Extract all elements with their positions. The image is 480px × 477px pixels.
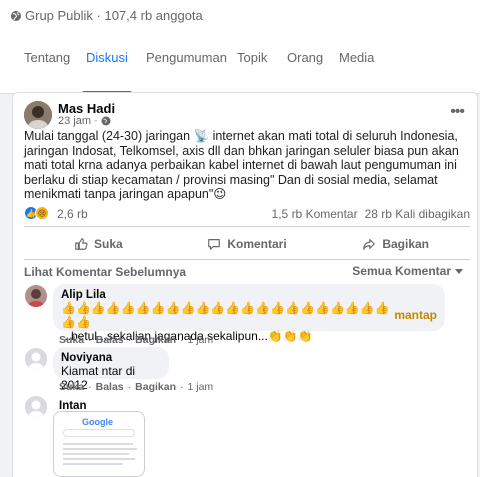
share-arrow-icon [363, 239, 376, 250]
comment-bubble: Noviyana Kiamat ntar di 2012 [53, 347, 169, 392]
comment-filter-label: Semua Komentar [352, 264, 451, 278]
caret-down-icon [455, 268, 463, 274]
default-avatar-icon [25, 348, 47, 370]
comment-time[interactable]: 1 jam [188, 381, 214, 393]
tab-topik[interactable]: Topik [237, 44, 267, 94]
commenter-avatar[interactable] [25, 285, 47, 307]
comment-label: Komentari [227, 237, 287, 251]
group-tabs: Tentang Diskusi Pengumuman Topik Orang M… [0, 44, 480, 94]
view-previous-comments[interactable]: Lihat Komentar Sebelumnya [24, 265, 186, 279]
person-photo-icon [25, 285, 47, 307]
share-count[interactable]: 28 rb Kali dibagikan [365, 207, 470, 221]
tab-orang[interactable]: Orang [287, 44, 323, 94]
comment-emoji-line: 👍👍👍👍👍👍👍👍👍👍👍👍👍👍👍👍👍👍👍👍👍👍👍👍 mantap [61, 301, 437, 329]
thumbs-up-emojis: 👍👍👍👍👍👍👍👍👍👍👍👍👍👍👍👍👍👍👍👍👍👍👍👍 [61, 301, 390, 329]
reactions[interactable]: 👍 😢 [24, 206, 49, 220]
commenter-name[interactable]: Noviyana [61, 352, 161, 364]
comment-share-button[interactable]: Bagikan [135, 381, 176, 393]
text-line-graphic [63, 453, 129, 455]
reaction-count[interactable]: 2,6 rb [57, 207, 88, 221]
comment-bubble: Alip Lila 👍👍👍👍👍👍👍👍👍👍👍👍👍👍👍👍👍👍👍👍👍👍👍👍 manta… [53, 284, 445, 343]
post-card: Mas Hadi 23 jam · ••• Mulai tanggal (24-… [12, 92, 478, 477]
clapping-emojis: 👏👏👏 [267, 329, 313, 343]
tab-media[interactable]: Media [339, 44, 374, 94]
more-options-icon[interactable]: ••• [450, 103, 465, 121]
comment-time[interactable]: 1 jam [188, 334, 214, 346]
comment-meta: Suka · Balas · Bagikan · 1 jam [59, 381, 214, 393]
text-line-graphic [63, 448, 137, 450]
commenter-avatar[interactable] [25, 348, 47, 370]
author-name[interactable]: Mas Hadi [58, 101, 115, 116]
comment-like-button[interactable]: Suka [59, 381, 84, 393]
author-avatar[interactable] [24, 101, 52, 129]
tab-pengumuman[interactable]: Pengumuman [146, 44, 227, 94]
comment-icon [208, 239, 221, 250]
comment-like-button[interactable]: Suka [59, 334, 84, 346]
post-time-text[interactable]: 23 jam · [58, 115, 98, 127]
share-label: Bagikan [382, 237, 430, 251]
share-button[interactable]: Bagikan [321, 230, 470, 258]
divider [24, 259, 470, 260]
like-label: Suka [93, 237, 123, 251]
comment-share-button[interactable]: Bagikan [135, 334, 176, 346]
sad-reaction-icon: 😢 [35, 206, 49, 220]
comment-word: mantap [394, 308, 437, 322]
text-line-graphic [63, 458, 135, 460]
default-avatar-icon [25, 396, 47, 418]
comment-reply-button[interactable]: Balas [96, 334, 124, 346]
post-stats-right: 1,5 rb Komentar 28 rb Kali dibagikan [272, 207, 470, 221]
post-time: 23 jam · [58, 115, 111, 127]
text-line-graphic [63, 443, 133, 445]
group-meta: Grup Publik · 107,4 rb anggota [10, 8, 203, 23]
divider [24, 226, 470, 227]
comment-button[interactable]: Komentari [173, 230, 322, 258]
post-text: Mulai tanggal (24-30) jaringan 📡 interne… [24, 129, 459, 201]
text-line-graphic [63, 463, 123, 465]
comment-image[interactable]: Google [53, 411, 145, 477]
tab-diskusi[interactable]: Diskusi [82, 44, 132, 94]
post-stats: 👍 😢 2,6 rb 1,5 rb Komentar 28 rb Kali di… [24, 204, 470, 224]
post-actions: Suka Komentari Bagikan [24, 230, 470, 258]
commenter-avatar[interactable] [25, 396, 47, 418]
group-meta-text: Grup Publik · 107,4 rb anggota [25, 8, 203, 23]
google-logo-text: Google [82, 417, 113, 427]
globe-icon [101, 116, 111, 126]
like-button[interactable]: Suka [24, 230, 173, 258]
thumbs-up-icon [75, 238, 88, 250]
google-logo: Google [82, 417, 113, 427]
person-photo-icon [24, 101, 52, 129]
comment-meta: Suka · Balas · Bagikan · 1 jam [59, 334, 214, 346]
comment-count[interactable]: 1,5 rb Komentar [272, 207, 358, 221]
commenter-name[interactable]: Alip Lila [61, 289, 437, 301]
comment-filter-dropdown[interactable]: Semua Komentar [352, 264, 463, 278]
search-bar-graphic [63, 429, 135, 437]
comment-reply-button[interactable]: Balas [96, 381, 124, 393]
group-header: Grup Publik · 107,4 rb anggota Tentang D… [0, 0, 480, 94]
globe-icon [11, 10, 21, 21]
tab-tentang[interactable]: Tentang [24, 44, 70, 94]
